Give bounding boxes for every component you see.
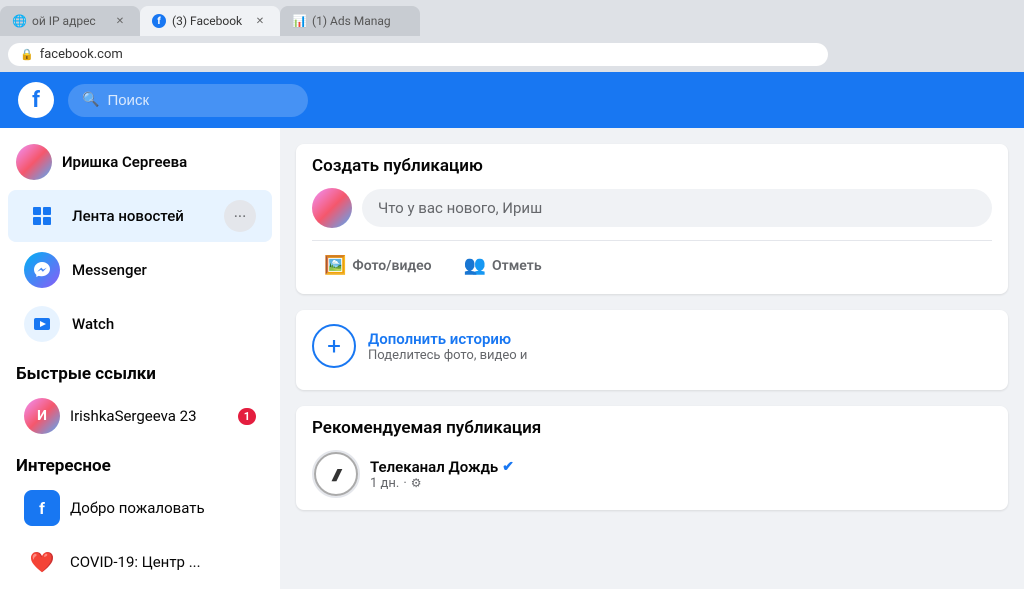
channel-name: Телеканал Дождь ✔ — [370, 458, 992, 476]
channel-date: 1 дн. — [370, 476, 399, 491]
photo-video-label: Фото/видео — [352, 258, 431, 274]
recommended-card: Рекомендуемая публикация /// Телеканал Д… — [296, 406, 1008, 510]
verified-badge-icon: ✔ — [502, 459, 514, 475]
sidebar-nav-watch[interactable]: Watch — [8, 298, 272, 350]
tab-close-ip[interactable]: ✕ — [112, 13, 128, 29]
user-avatar-img — [16, 144, 52, 180]
channel-meta: 1 дн. · ⚙ — [370, 476, 992, 491]
watch-icon — [24, 306, 60, 342]
fb-logo[interactable]: f — [16, 80, 56, 120]
nav-label-news-feed: Лента новостей — [72, 207, 212, 225]
create-post-card: Создать публикацию Что у вас нового, Ири… — [296, 144, 1008, 294]
lock-icon: 🔒 — [20, 48, 34, 61]
story-sub-text: Поделитесь фото, видео и — [368, 348, 527, 363]
post-actions-row: 🖼️ Фото/видео 👥 Отметь — [312, 240, 992, 282]
tab-ip[interactable]: 🌐 ой IP адрес ✕ — [0, 6, 140, 36]
tab-title-fb: (3) Facebook — [172, 14, 246, 28]
gear-icon[interactable]: ⚙ — [411, 476, 422, 490]
tab-ads[interactable]: 📊 (1) Ads Manag — [280, 6, 420, 36]
quick-link-badge: 1 — [238, 408, 256, 425]
sidebar: Иришка Сергеева Лента новостей ··· M — [0, 128, 280, 589]
tab-title-ip: ой IP адрес — [32, 14, 106, 28]
address-bar-row: 🔒 facebook.com — [0, 36, 1024, 72]
nav-label-watch: Watch — [72, 315, 256, 333]
quick-link-irishka[interactable]: И IrishkaSergeeva 23 1 — [8, 390, 272, 442]
quick-link-label: IrishkaSergeeva 23 — [70, 407, 228, 425]
tag-people-icon: 👥 — [464, 255, 486, 276]
add-story-button[interactable]: + Дополнить историю Поделитесь фото, вид… — [312, 314, 992, 378]
tab-close-fb[interactable]: ✕ — [252, 13, 268, 29]
recommended-post-row: /// Телеканал Дождь ✔ 1 дн. · ⚙ — [312, 450, 992, 498]
covid-icon: ❤️ — [24, 544, 60, 580]
interesting-item-welcome[interactable]: f Добро пожаловать — [8, 482, 272, 534]
post-input-box[interactable]: Что у вас нового, Ириш — [362, 189, 992, 227]
recommended-title: Рекомендуемая публикация — [312, 418, 992, 438]
post-user-avatar — [312, 188, 352, 228]
channel-logo-inner: /// — [314, 452, 358, 496]
interesting-label-welcome: Добро пожаловать — [70, 499, 256, 517]
channel-logo: /// — [312, 450, 360, 498]
search-input[interactable] — [107, 92, 287, 109]
story-plus-icon: + — [312, 324, 356, 368]
fb-logo-icon: f — [18, 82, 54, 118]
interesting-label-covid: COVID-19: Центр ... — [70, 553, 256, 571]
channel-info: Телеканал Дождь ✔ 1 дн. · ⚙ — [370, 458, 992, 491]
address-bar[interactable]: 🔒 facebook.com — [8, 43, 828, 66]
story-main-text: Дополнить историю — [368, 330, 527, 348]
quick-links-title: Быстрые ссылки — [0, 352, 280, 388]
story-card: + Дополнить историю Поделитесь фото, вид… — [296, 310, 1008, 390]
tab-favicon-ads: 📊 — [292, 14, 306, 28]
tab-facebook[interactable]: f (3) Facebook ✕ — [140, 6, 280, 36]
tab-favicon-ip: 🌐 — [12, 14, 26, 28]
search-icon: 🔍 — [82, 92, 99, 108]
photo-video-icon: 🖼️ — [324, 255, 346, 276]
browser-chrome: 🌐 ой IP адрес ✕ f (3) Facebook ✕ 📊 (1) A… — [0, 0, 1024, 72]
post-input-row: Что у вас нового, Ириш — [312, 188, 992, 228]
channel-name-text: Телеканал Дождь — [370, 458, 498, 476]
quick-link-avatar: И — [24, 398, 60, 434]
fb-search-bar[interactable]: 🔍 — [68, 84, 308, 117]
messenger-icon — [24, 252, 60, 288]
user-avatar — [16, 144, 52, 180]
news-feed-icon — [24, 198, 60, 234]
sidebar-username: Иришка Сергеева — [62, 153, 187, 171]
nav-more-btn-news-feed[interactable]: ··· — [224, 200, 256, 232]
sidebar-nav-messenger[interactable]: Messenger — [8, 244, 272, 296]
post-action-tag[interactable]: 👥 Отметь — [452, 249, 554, 282]
interesting-title: Интересное — [0, 444, 280, 480]
post-action-photo-video[interactable]: 🖼️ Фото/видео — [312, 249, 444, 282]
fb-header: f 🔍 — [0, 72, 1024, 128]
facebook-welcome-icon: f — [24, 490, 60, 526]
tab-favicon-fb: f — [152, 14, 166, 28]
story-text-block: Дополнить историю Поделитесь фото, видео… — [368, 330, 527, 363]
sidebar-user[interactable]: Иришка Сергеева — [0, 136, 280, 188]
tag-label: Отметь — [492, 258, 542, 274]
nav-label-messenger: Messenger — [72, 261, 256, 279]
tab-title-ads: (1) Ads Manag — [312, 14, 408, 28]
interesting-item-covid[interactable]: ❤️ COVID-19: Центр ... — [8, 536, 272, 588]
right-content: Создать публикацию Что у вас нового, Ири… — [280, 128, 1024, 589]
url-text: facebook.com — [40, 47, 123, 62]
create-post-title: Создать публикацию — [312, 156, 992, 176]
main-content: Иришка Сергеева Лента новостей ··· M — [0, 128, 1024, 589]
tabs-bar: 🌐 ой IP адрес ✕ f (3) Facebook ✕ 📊 (1) A… — [0, 0, 1024, 36]
sidebar-nav-news-feed[interactable]: Лента новостей ··· — [8, 190, 272, 242]
